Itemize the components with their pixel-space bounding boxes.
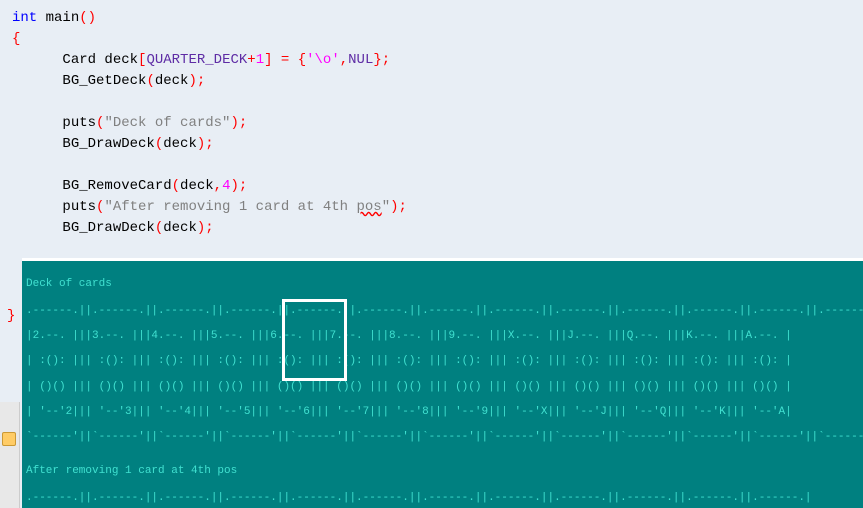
brace: } xyxy=(7,308,15,324)
code-editor[interactable]: int main() { Card deck[QUARTER_DECK+1] =… xyxy=(0,0,863,247)
macro: QUARTER_DECK xyxy=(146,52,247,68)
code-line[interactable]: BG_RemoveCard(deck,4); xyxy=(12,176,851,197)
code-line[interactable] xyxy=(12,92,851,113)
code-line[interactable]: { xyxy=(12,29,851,50)
code-line[interactable]: puts("After removing 1 card at 4th pos")… xyxy=(12,197,851,218)
editor-margin xyxy=(0,402,20,508)
brace: { xyxy=(12,31,20,47)
fn-call: puts xyxy=(62,199,96,215)
ascii-card-row: | '--'2||| '--'3||| '--'4||| '--'5||| '-… xyxy=(26,406,859,419)
code-line[interactable]: puts("Deck of cards"); xyxy=(12,113,851,134)
ascii-card-row: |2.--. |||3.--. |||4.--. |||5.--. |||6.-… xyxy=(26,330,859,343)
ascii-card-row: .------.||.------.||.------.||.------.||… xyxy=(26,492,859,505)
keyword: int xyxy=(12,10,37,26)
ascii-card-row: | ()() ||| ()() ||| ()() ||| ()() ||| ()… xyxy=(26,381,859,394)
code-line[interactable]: Card deck[QUARTER_DECK+1] = {'\o',NUL}; xyxy=(12,50,851,71)
code-line[interactable]: BG_DrawDeck(deck); xyxy=(12,218,851,239)
margin-note-icon[interactable] xyxy=(2,432,16,446)
identifier: Card deck xyxy=(62,52,138,68)
spell-error: pos xyxy=(356,199,381,215)
terminal-title: After removing 1 card at 4th pos xyxy=(26,465,859,478)
string: "Deck of cards" xyxy=(104,115,230,131)
fn-call: BG_GetDeck xyxy=(62,73,146,89)
code-line[interactable] xyxy=(12,155,851,176)
terminal-title: Deck of cards xyxy=(26,278,859,291)
fn-call: BG_DrawDeck xyxy=(62,220,154,236)
fn-call: BG_DrawDeck xyxy=(62,136,154,152)
code-line[interactable]: BG_DrawDeck(deck); xyxy=(12,134,851,155)
ascii-card-row: | :(): ||| :(): ||| :(): ||| :(): ||| :(… xyxy=(26,355,859,368)
code-line[interactable]: int main() xyxy=(12,8,851,29)
paren: () xyxy=(79,10,96,26)
terminal-output[interactable]: Deck of cards .------.||.------.||.-----… xyxy=(22,258,863,508)
fn-call: BG_RemoveCard xyxy=(62,178,171,194)
ascii-card-row: .------.||.------.||.------.||.------.||… xyxy=(26,305,859,318)
ascii-card-row: `------'||`------'||`------'||`------'||… xyxy=(26,431,859,444)
code-line[interactable]: BG_GetDeck(deck); xyxy=(12,71,851,92)
string: "After removing 1 card at 4th xyxy=(104,199,356,215)
fn-call: puts xyxy=(62,115,96,131)
fn-name: main xyxy=(37,10,79,26)
